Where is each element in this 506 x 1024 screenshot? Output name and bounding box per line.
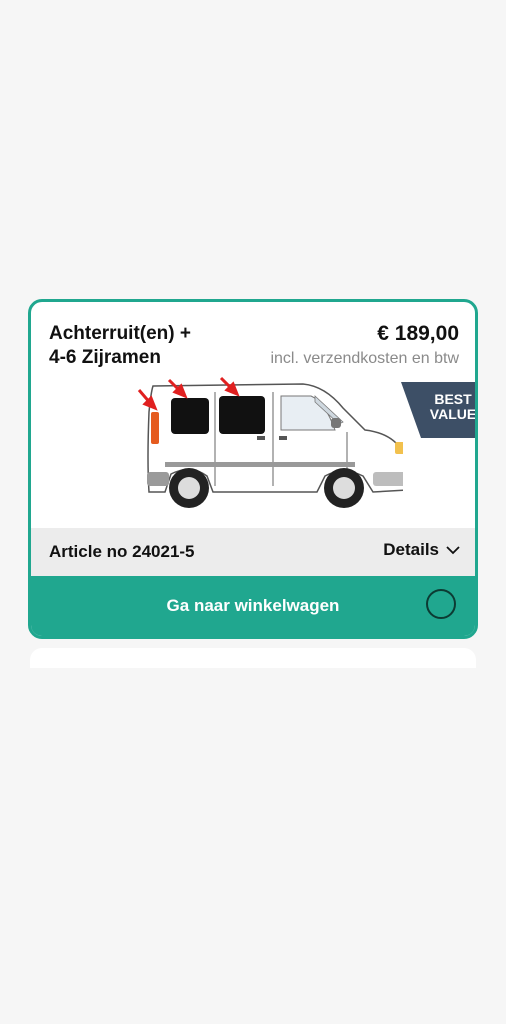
next-product-card xyxy=(30,648,476,668)
details-label: Details xyxy=(383,540,439,559)
article-number: Article no 24021-5 xyxy=(49,542,195,561)
product-title-line2: 4-6 Zijramen xyxy=(49,347,161,368)
product-title-line1: Achterruit(en) + xyxy=(49,323,191,344)
price-note: incl. verzendkosten en btw xyxy=(270,350,459,367)
loading-spinner-icon xyxy=(426,589,456,619)
van-illustration xyxy=(137,376,403,508)
product-price: € 189,00 xyxy=(377,322,459,345)
badge-line2: VALUE xyxy=(429,406,477,422)
article-info-bar: Article no 24021-5 Details xyxy=(31,528,475,576)
badge-line1: BEST xyxy=(434,391,472,407)
go-to-cart-label: Ga naar winkelwagen xyxy=(166,596,340,615)
product-title: Achterruit(en) + 4-6 Zijramen xyxy=(49,322,249,370)
chevron-down-icon xyxy=(446,546,460,555)
details-toggle[interactable]: Details xyxy=(383,540,461,560)
best-value-badge-text: BEST VALUE xyxy=(421,391,477,422)
product-card: Achterruit(en) + 4-6 Zijramen € 189,00 i… xyxy=(28,299,478,639)
go-to-cart-button[interactable]: Ga naar winkelwagen xyxy=(31,576,475,636)
